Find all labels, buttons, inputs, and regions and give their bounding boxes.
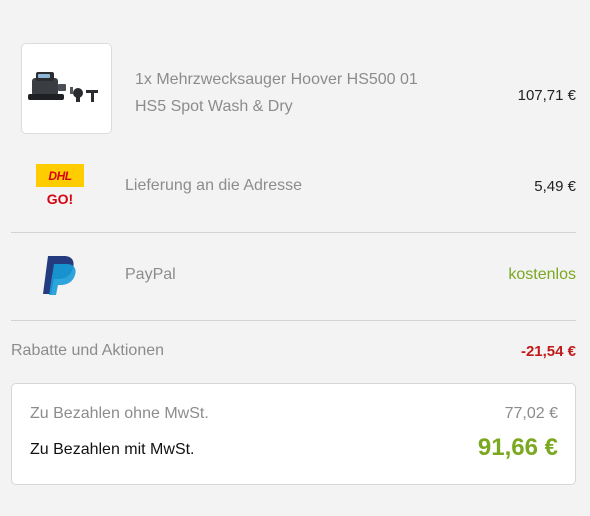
dhl-logo-text: DHL [48, 168, 72, 183]
vacuum-cleaner-icon [28, 72, 98, 102]
total-gross-value: 91,66 € [477, 434, 558, 461]
total-net-label: Zu Bezahlen ohne MwSt. [30, 405, 209, 422]
payment-price: kostenlos [508, 266, 576, 283]
checkout-summary: { "product": { "name": "1x Mehrzwecksaug… [0, 0, 590, 516]
product-name[interactable]: 1x Mehrzwecksauger Hoover HS500 01 HS5 S… [135, 66, 445, 120]
paypal-logo-icon [40, 254, 80, 296]
divider [11, 320, 576, 321]
total-net-value: 77,02 € [504, 405, 558, 422]
shipping-label: Lieferung an die Adresse [125, 177, 303, 194]
payment-label: PayPal [125, 266, 176, 283]
product-image[interactable] [21, 43, 112, 134]
dhl-go-text: GO! [46, 191, 74, 207]
shipping-price: 5,49 € [534, 178, 576, 195]
total-gross-label: Zu Bezahlen mit MwSt. [30, 441, 195, 458]
discounts-value: -21,54 € [520, 343, 576, 360]
dhl-logo-icon: DHL [36, 164, 84, 187]
product-price: 107,71 € [517, 87, 576, 104]
divider [11, 232, 576, 233]
discounts-label: Rabatte und Aktionen [11, 342, 165, 359]
